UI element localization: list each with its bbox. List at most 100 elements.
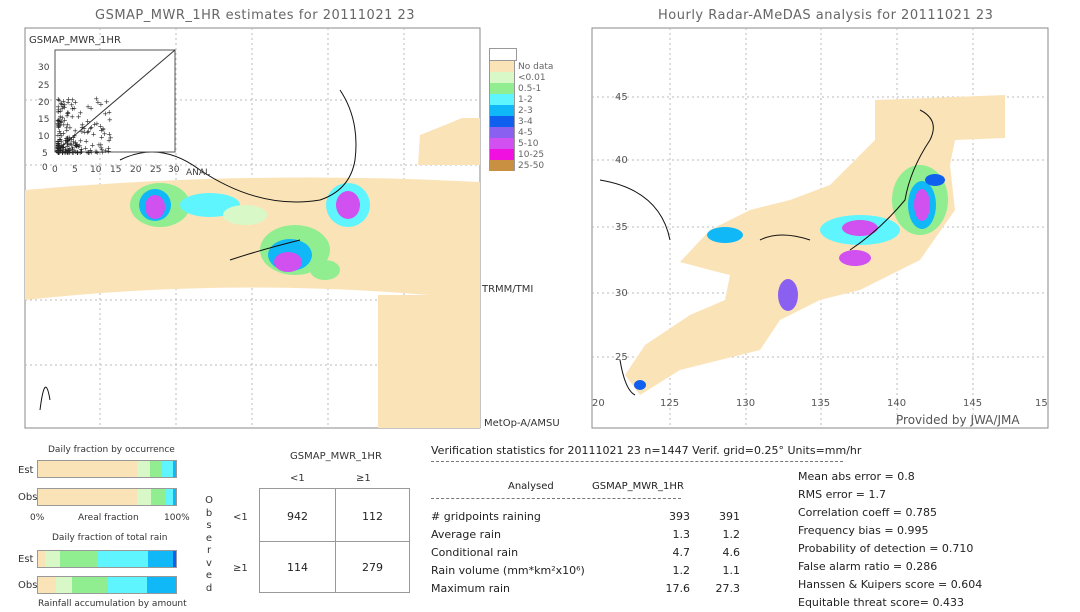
- obs-label: Obs: [18, 580, 38, 591]
- observed-label: Observed: [204, 495, 214, 595]
- bar-segment: [38, 577, 56, 593]
- legend-swatch: [489, 61, 515, 72]
- legend-swatch: [489, 94, 515, 105]
- lon-tick: 125: [660, 398, 679, 409]
- total-rain-title: Daily fraction of total rain: [52, 533, 168, 543]
- scatter-point: +: [79, 124, 85, 132]
- inset-x-tick: 20: [130, 165, 142, 175]
- lat-tick: 25: [615, 352, 628, 363]
- legend-label: 0.5-1: [518, 83, 542, 94]
- stat-label: Rain volume (mm*km²x10⁶): [431, 564, 585, 577]
- stat-est: 27.3: [715, 582, 741, 595]
- scatter-point: +: [56, 116, 62, 124]
- inset-x-tick: 0: [52, 165, 58, 175]
- cell-miss: 114: [287, 561, 308, 574]
- col-header: <1: [290, 473, 305, 484]
- observed-letter: s: [206, 520, 212, 531]
- legend-item: 2-3: [489, 105, 553, 116]
- stat-analysed: 4.7: [672, 546, 691, 559]
- bar-segment: [38, 489, 138, 505]
- total-rain-obs-bar: [37, 576, 177, 594]
- legend-label: <0.01: [518, 72, 546, 83]
- inset-x-tick: 15: [110, 165, 121, 175]
- score: RMS error = 1.7: [798, 488, 886, 501]
- scatter-point: +: [93, 95, 99, 103]
- bar-segment: [151, 489, 167, 505]
- stat-est: 1.1: [722, 564, 741, 577]
- inset-y-tick: 30: [38, 63, 50, 73]
- legend-label: 2-3: [518, 105, 533, 116]
- scatter-point: +: [71, 132, 77, 140]
- stat-label: Average rain: [431, 528, 501, 541]
- observed-letter: v: [206, 557, 212, 569]
- observed-letter: d: [205, 582, 213, 594]
- bar-segment: [162, 461, 174, 477]
- est-label: Est: [18, 554, 34, 565]
- scatter-point: +: [87, 125, 93, 133]
- inset-y-tick: 10: [38, 132, 50, 142]
- total-rain-est-bar: [37, 550, 177, 568]
- bar-segment: [166, 489, 174, 505]
- bar-segment: [60, 551, 98, 567]
- legend-label: 3-4: [518, 116, 533, 127]
- stat-est: 4.6: [722, 546, 741, 559]
- observed-letter: e: [205, 532, 213, 544]
- scatter-point: +: [100, 125, 106, 133]
- legend-swatch: [489, 83, 515, 94]
- lat-tick: 30: [615, 288, 628, 299]
- legend-item: 3-4: [489, 116, 553, 127]
- inset-x-tick: 5: [72, 165, 78, 175]
- occurrence-title: Daily fraction by occurrence: [48, 445, 175, 455]
- color-legend: No data <0.01 0.5-1 1-2 2-3 3-4 4-5 5-10 10-25 25…: [489, 48, 553, 171]
- legend-item: 5-10: [489, 138, 553, 149]
- scatter-point: +: [55, 140, 61, 148]
- cell-false-alarm: 112: [362, 510, 383, 523]
- score: Frequency bias = 0.995: [798, 524, 929, 537]
- scatter-point: +: [76, 113, 82, 121]
- legend-swatch: [489, 116, 515, 127]
- scatter-point: +: [69, 101, 75, 109]
- lat-tick: 35: [615, 222, 628, 233]
- lat-tick: 45: [615, 92, 628, 103]
- lat-tick: 40: [615, 155, 628, 166]
- scatter-point: +: [62, 117, 68, 125]
- stat-label: Maximum rain: [431, 582, 510, 595]
- observed-letter: r: [206, 545, 212, 556]
- legend-label: No data: [518, 61, 554, 72]
- col-header: ≥1: [356, 473, 371, 484]
- legend-label: 10-25: [518, 149, 545, 160]
- axis-right: 100%: [164, 513, 190, 523]
- bar-segment: [137, 461, 150, 477]
- sensor-label: TRMM/TMI: [481, 284, 533, 295]
- legend-item: 25-50: [489, 160, 553, 171]
- bar-segment: [146, 577, 176, 593]
- scatter-point: +: [107, 116, 113, 124]
- inset-y-tick: 5: [42, 149, 48, 159]
- divider: [431, 498, 681, 499]
- observed-letter: e: [205, 570, 213, 581]
- bar-segment: [137, 489, 152, 505]
- scatter-point: +: [103, 147, 109, 155]
- inset-y-tick: 20: [38, 98, 50, 108]
- bar-segment: [72, 577, 109, 593]
- legend-swatch: [489, 149, 515, 160]
- contingency-title: GSMAP_MWR_1HR: [290, 451, 382, 462]
- legend-item: No data: [489, 61, 553, 72]
- inset-x-tick: 30: [168, 165, 180, 175]
- lon-tick: 20: [592, 398, 605, 409]
- stat-analysed: 1.3: [672, 528, 691, 541]
- stats-header: Verification statistics for 20111021 23 …: [431, 444, 862, 457]
- scatter-point: +: [74, 140, 80, 148]
- stat-est: 1.2: [722, 528, 741, 541]
- right-map: 45 40 35 30 25 20 125 130 135 140 145 15…: [591, 27, 1049, 429]
- stat-est: 391: [719, 510, 740, 523]
- inset-y-tick: 25: [38, 81, 49, 91]
- legend-swatch: [489, 127, 515, 138]
- occurrence-est-bar: [37, 460, 177, 478]
- bar-segment: [173, 489, 176, 505]
- lon-tick: 135: [811, 398, 830, 409]
- legend-item: <0.01: [489, 72, 553, 83]
- col-analysed: Analysed: [508, 481, 554, 492]
- inset-x-tick: 25: [150, 165, 161, 175]
- total-rain-footer: Rainfall accumulation by amount: [38, 599, 187, 609]
